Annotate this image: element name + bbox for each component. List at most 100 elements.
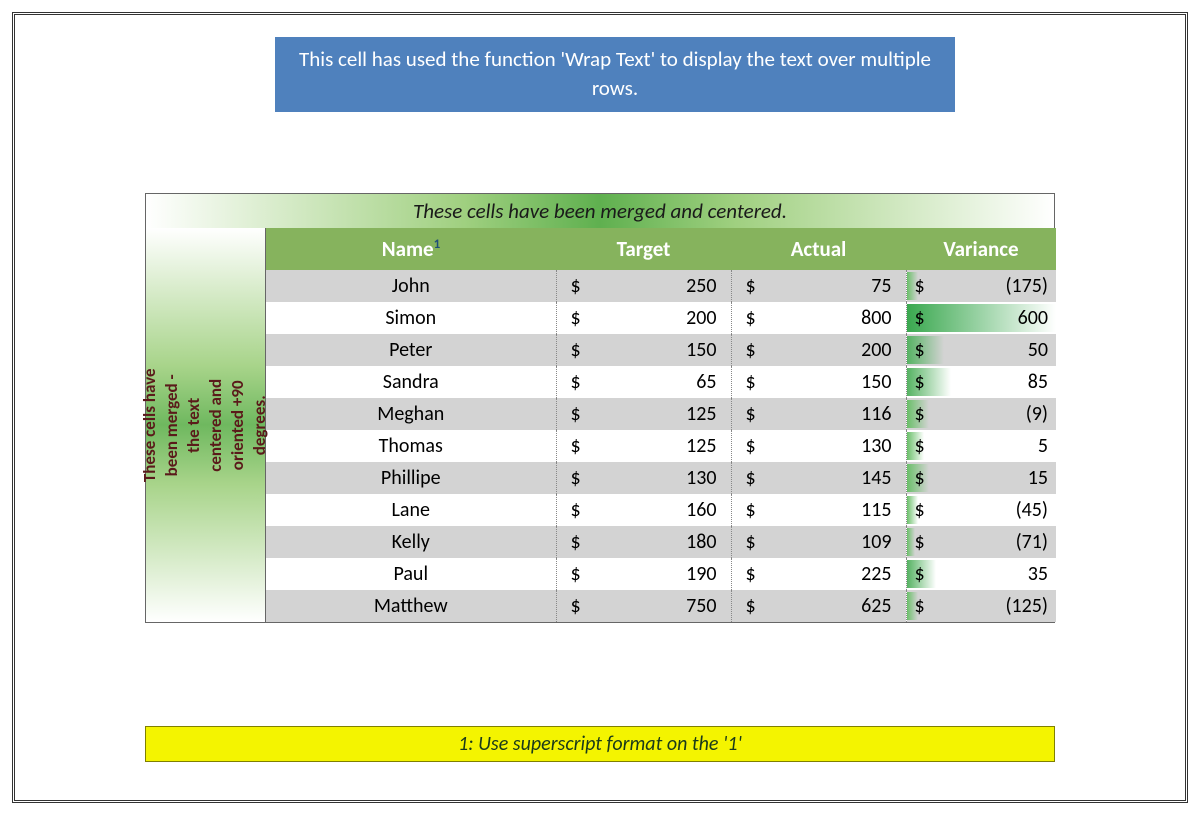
currency-symbol: $ <box>571 402 581 426</box>
currency-symbol: $ <box>915 370 925 394</box>
target-value: 180 <box>686 530 716 554</box>
cell-actual: $145 <box>731 462 906 494</box>
currency-symbol: $ <box>915 306 925 330</box>
cell-actual: $109 <box>731 526 906 558</box>
target-value: 125 <box>686 434 716 458</box>
cell-actual: $625 <box>731 590 906 622</box>
cell-variance: $(175) <box>906 270 1056 302</box>
currency-symbol: $ <box>571 274 581 298</box>
cell-name: Thomas <box>266 430 556 462</box>
merge-title-text: These cells have been merged and centere… <box>413 198 787 224</box>
cell-target: $150 <box>556 334 731 366</box>
cell-name: Kelly <box>266 526 556 558</box>
cell-name: Matthew <box>266 590 556 622</box>
currency-symbol: $ <box>571 338 581 362</box>
table-row: John$250$75$(175) <box>266 270 1056 302</box>
currency-symbol: $ <box>915 562 925 586</box>
cell-variance: $85 <box>906 366 1056 398</box>
variance-value: (9) <box>1026 402 1048 426</box>
cell-target: $180 <box>556 526 731 558</box>
cell-name: John <box>266 270 556 302</box>
data-table: Name1 Target Actual Variance John$250$75… <box>266 228 1056 622</box>
table-header-row: Name1 Target Actual Variance <box>266 228 1056 270</box>
currency-symbol: $ <box>746 306 756 330</box>
variance-value: (45) <box>1016 498 1048 522</box>
currency-symbol: $ <box>746 498 756 522</box>
variance-value: (175) <box>1005 274 1048 298</box>
main-table-container: These cells have been merged and centere… <box>145 193 1055 623</box>
cell-target: $130 <box>556 462 731 494</box>
currency-symbol: $ <box>746 594 756 618</box>
currency-symbol: $ <box>915 530 925 554</box>
variance-value: 50 <box>1028 338 1048 362</box>
currency-symbol: $ <box>746 562 756 586</box>
variance-value: (125) <box>1005 594 1048 618</box>
wrap-text-callout-text: This cell has used the function 'Wrap Te… <box>299 46 931 101</box>
table-row: Meghan$125$116$(9) <box>266 398 1056 430</box>
currency-symbol: $ <box>915 434 925 458</box>
cell-variance: $ (125) <box>906 590 1056 622</box>
target-value: 125 <box>686 402 716 426</box>
table-row: Lane$160$115$(45) <box>266 494 1056 526</box>
currency-symbol: $ <box>571 498 581 522</box>
cell-target: $200 <box>556 302 731 334</box>
actual-value: 145 <box>861 466 891 490</box>
col-header-variance: Variance <box>906 228 1056 270</box>
cell-target: $125 <box>556 398 731 430</box>
cell-actual: $75 <box>731 270 906 302</box>
table-row: Paul$190$225$35 <box>266 558 1056 590</box>
col-header-target: Target <box>556 228 731 270</box>
cell-actual: $115 <box>731 494 906 526</box>
currency-symbol: $ <box>746 530 756 554</box>
actual-value: 116 <box>861 402 891 426</box>
cell-name: Simon <box>266 302 556 334</box>
cell-variance: $600 <box>906 302 1056 334</box>
cell-variance: $5 <box>906 430 1056 462</box>
target-value: 65 <box>696 370 716 394</box>
table-grid: These cells have been merged - the text … <box>145 228 1055 623</box>
currency-symbol: $ <box>571 594 581 618</box>
currency-symbol: $ <box>746 338 756 362</box>
currency-symbol: $ <box>915 498 925 522</box>
cell-name: Meghan <box>266 398 556 430</box>
target-value: 160 <box>686 498 716 522</box>
cell-name: Peter <box>266 334 556 366</box>
cell-target: $65 <box>556 366 731 398</box>
cell-variance: $ (45) <box>906 494 1056 526</box>
table-row: Peter$150$200$50 <box>266 334 1056 366</box>
cell-variance: $50 <box>906 334 1056 366</box>
variance-value: 600 <box>1018 306 1048 330</box>
variance-value: 85 <box>1028 370 1048 394</box>
table-row: Kelly$180$109$(71) <box>266 526 1056 558</box>
footnote-text: 1: Use superscript format on the '1' <box>458 732 742 756</box>
variance-value: 5 <box>1038 434 1048 458</box>
cell-name: Paul <box>266 558 556 590</box>
actual-value: 800 <box>861 306 891 330</box>
currency-symbol: $ <box>746 274 756 298</box>
target-value: 200 <box>686 306 716 330</box>
target-value: 150 <box>686 338 716 362</box>
cell-target: $250 <box>556 270 731 302</box>
currency-symbol: $ <box>915 594 925 618</box>
table-row: Matthew$750$625$(125) <box>266 590 1056 622</box>
merge-and-center-title: These cells have been merged and centere… <box>145 193 1055 228</box>
cell-actual: $150 <box>731 366 906 398</box>
table-row: Sandra$65$150$85 <box>266 366 1056 398</box>
target-value: 750 <box>686 594 716 618</box>
document-frame: This cell has used the function 'Wrap Te… <box>12 12 1188 803</box>
currency-symbol: $ <box>571 530 581 554</box>
cell-actual: $225 <box>731 558 906 590</box>
table-row: Thomas $125 $130 $5 <box>266 430 1056 462</box>
cell-target: $190 <box>556 558 731 590</box>
target-value: 250 <box>686 274 716 298</box>
table-row: Simon$200$800$600 <box>266 302 1056 334</box>
col-header-actual: Actual <box>731 228 906 270</box>
variance-value: (71) <box>1016 530 1048 554</box>
cell-actual: $200 <box>731 334 906 366</box>
variance-value: 35 <box>1028 562 1048 586</box>
cell-target: $750 <box>556 590 731 622</box>
currency-symbol: $ <box>571 434 581 458</box>
actual-value: 130 <box>861 434 891 458</box>
actual-value: 150 <box>861 370 891 394</box>
cell-name: Sandra <box>266 366 556 398</box>
